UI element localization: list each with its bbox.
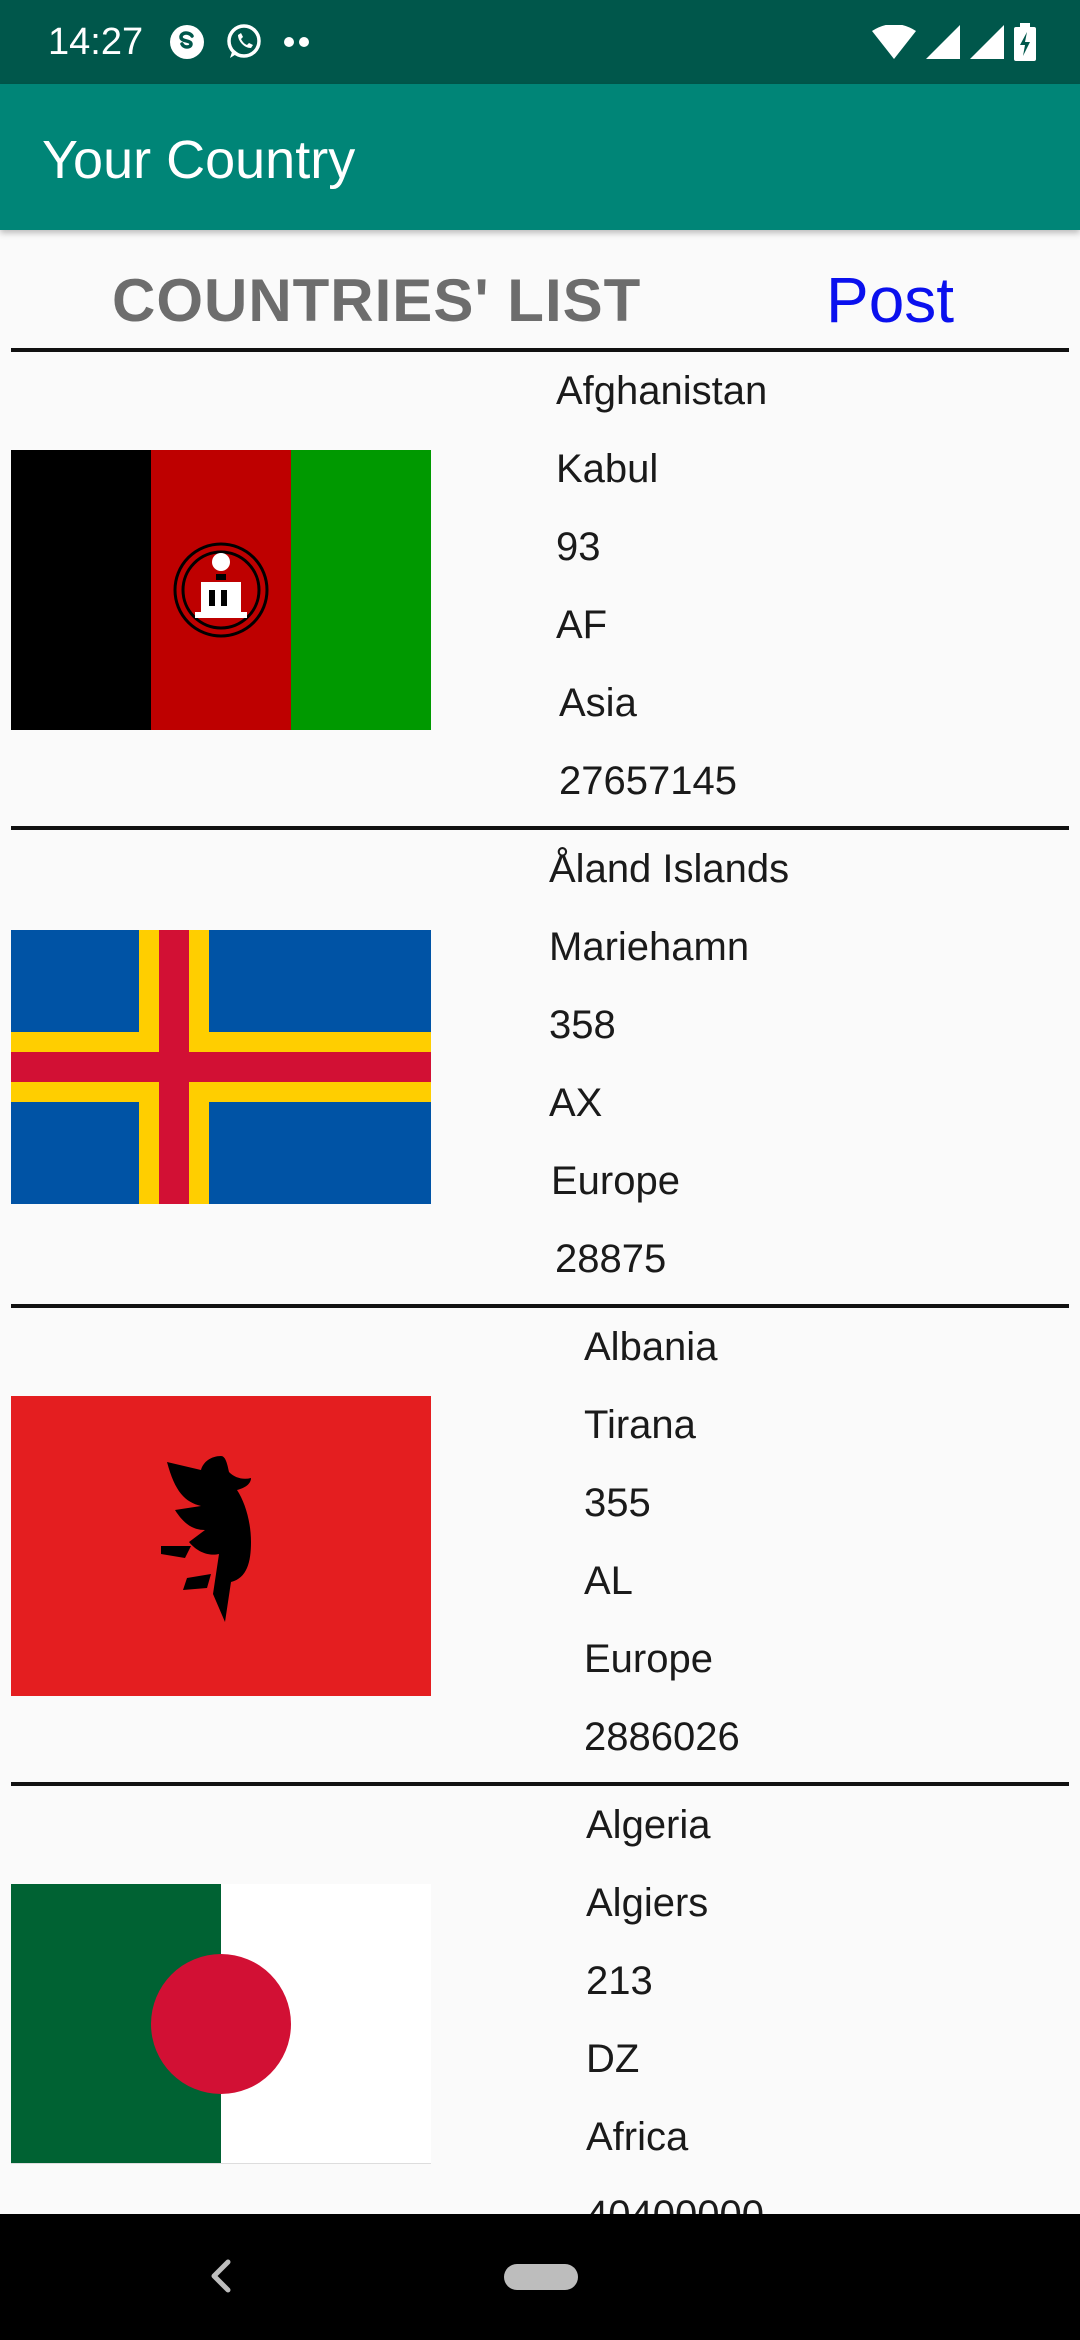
afghanistan-flag [11,450,431,730]
country-code: AF [556,603,608,647]
whatsapp-icon [227,24,261,58]
country-population: 40400000 [586,2176,764,2214]
country-capital: Algiers [586,1881,709,1925]
status-time: 14:27 [48,21,144,63]
country-region: Europe [551,1159,680,1203]
country-capital: Mariehamn [549,925,750,969]
country-name: Algeria [586,1803,711,1847]
country-calling-code: 213 [586,1959,653,2003]
notification-icons [168,20,312,64]
country-row[interactable]: Åland Islands Mariehamn 358 AX Europe 28… [0,830,1080,1308]
home-pill-button[interactable] [504,2264,578,2290]
country-row[interactable]: Albania Tirana 355 AL Europe 2886026 [0,1308,1080,1786]
back-icon[interactable] [204,2256,240,2296]
country-calling-code: 355 [584,1481,651,1525]
country-capital: Kabul [556,447,659,491]
battery-charging-icon [1014,23,1036,61]
country-code: AL [584,1559,633,1603]
albania-flag [11,1396,431,1696]
algeria-flag [11,1884,431,2164]
list-title: COUNTRIES' LIST [112,267,642,334]
status-bar: 14:27 [0,0,1080,84]
navigation-bar [0,2214,1080,2340]
country-code: DZ [586,2037,640,2081]
wifi-icon [872,25,916,59]
aland-flag [11,930,431,1204]
country-info: Algeria Algiers 213 DZ Africa 40400000 [586,1786,764,2214]
signal-icon [970,25,1004,59]
country-calling-code: 93 [556,525,601,569]
country-region: Europe [584,1637,713,1681]
country-name: Afghanistan [556,369,768,413]
country-region: Africa [586,2115,689,2159]
country-calling-code: 358 [549,1003,616,1047]
signal-icon [926,25,960,59]
country-row[interactable]: Afghanistan Kabul 93 AF Asia 27657145 [0,352,1080,830]
country-row[interactable]: Algeria Algiers 213 DZ Africa 40400000 [0,1786,1080,2214]
country-capital: Tirana [584,1403,696,1447]
country-population: 27657145 [559,759,737,803]
country-population: 28875 [555,1237,667,1281]
country-code: AX [549,1081,603,1125]
country-info: Åland Islands Mariehamn 358 AX Europe 28… [549,830,789,1298]
country-info: Afghanistan Kabul 93 AF Asia 27657145 [556,352,767,820]
skype-icon [170,25,204,59]
country-region: Asia [559,681,637,725]
country-name: Åland Islands [549,847,790,891]
system-icons [872,20,1036,64]
app-title: Your Country [42,130,356,190]
country-info: Albania Tirana 355 AL Europe 2886026 [584,1308,740,1776]
screen: 14:27 Your Country COUNTRIES' LIST Post … [0,0,1080,2214]
country-name: Albania [584,1325,718,1369]
post-button[interactable]: Post [826,262,954,338]
more-dots-icon [284,37,309,47]
country-population: 2886026 [584,1715,740,1759]
list-header: COUNTRIES' LIST Post [0,230,1080,350]
app-bar: Your Country [0,84,1080,230]
